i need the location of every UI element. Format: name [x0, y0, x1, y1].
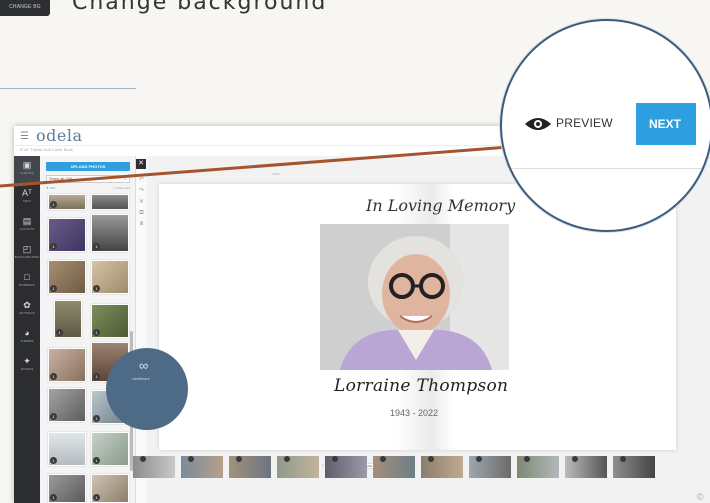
preview-magnifier-callout: PREVIEW NEXT — [500, 19, 710, 232]
next-button[interactable]: NEXT — [636, 103, 696, 145]
preview-button[interactable]: PREVIEW — [556, 116, 613, 130]
eye-icon — [525, 118, 551, 130]
magnifier-divider — [502, 168, 710, 169]
corner-mark: © — [697, 492, 704, 502]
